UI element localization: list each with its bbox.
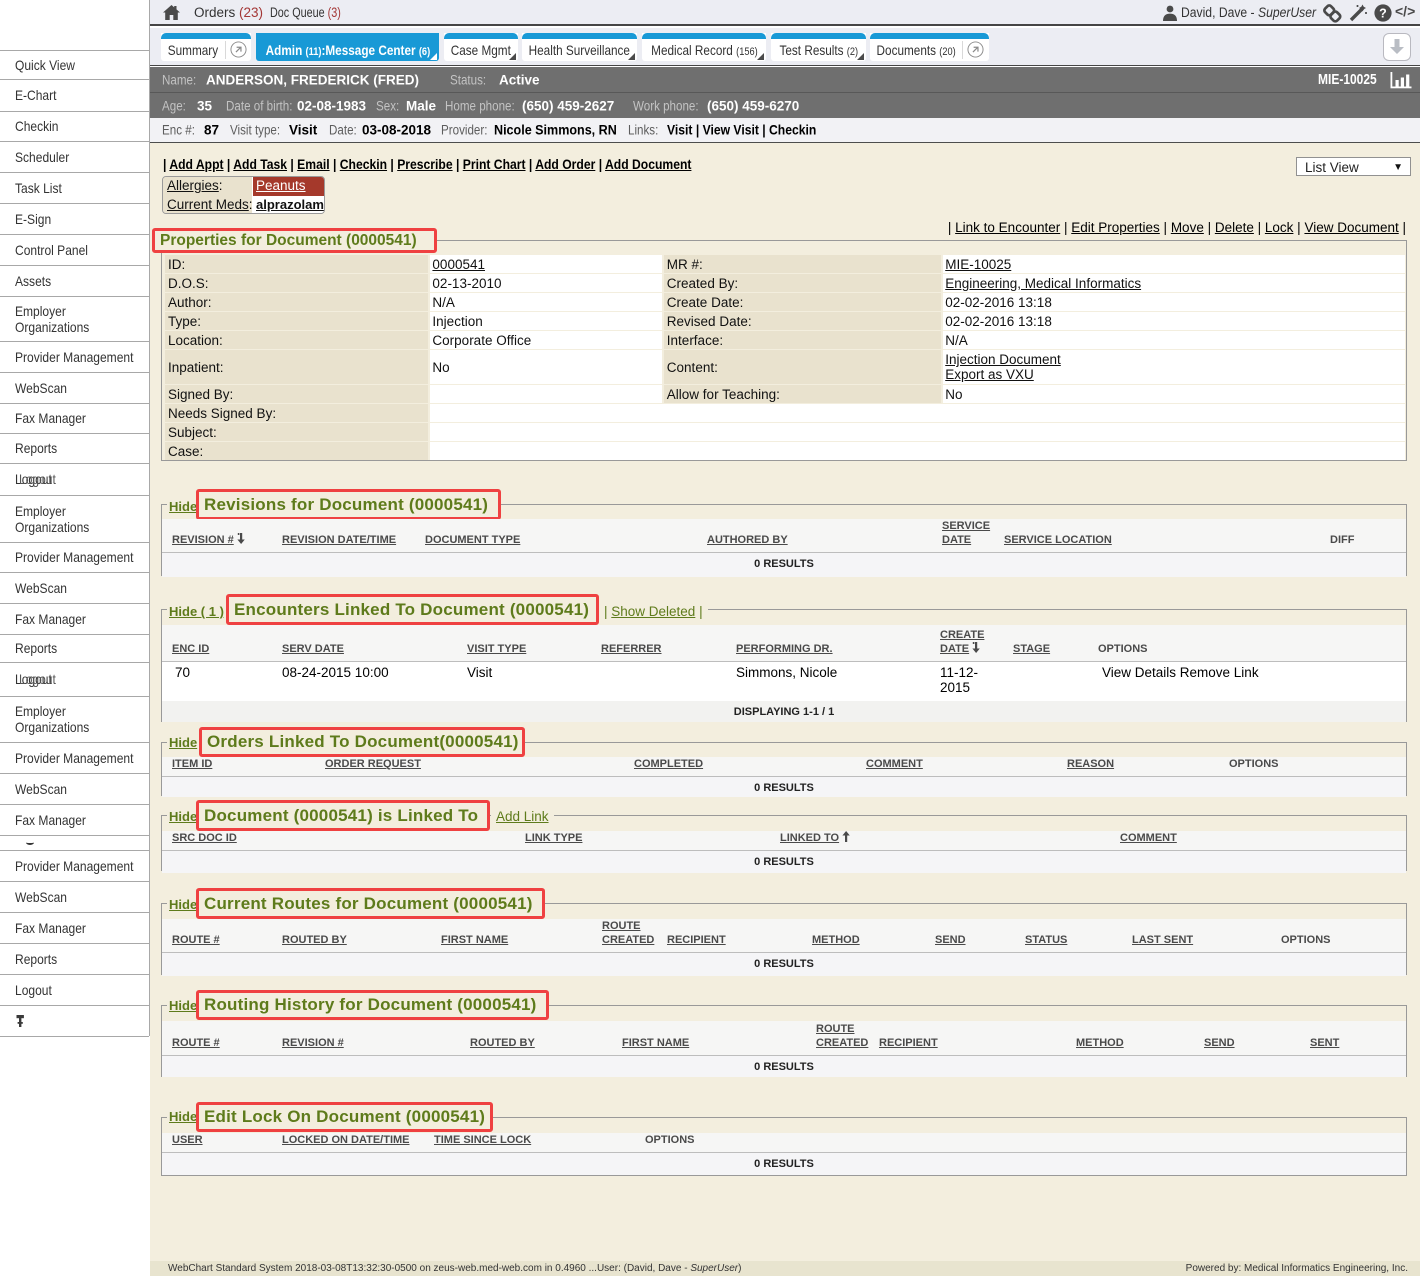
svg-text:?: ? xyxy=(1379,6,1387,20)
